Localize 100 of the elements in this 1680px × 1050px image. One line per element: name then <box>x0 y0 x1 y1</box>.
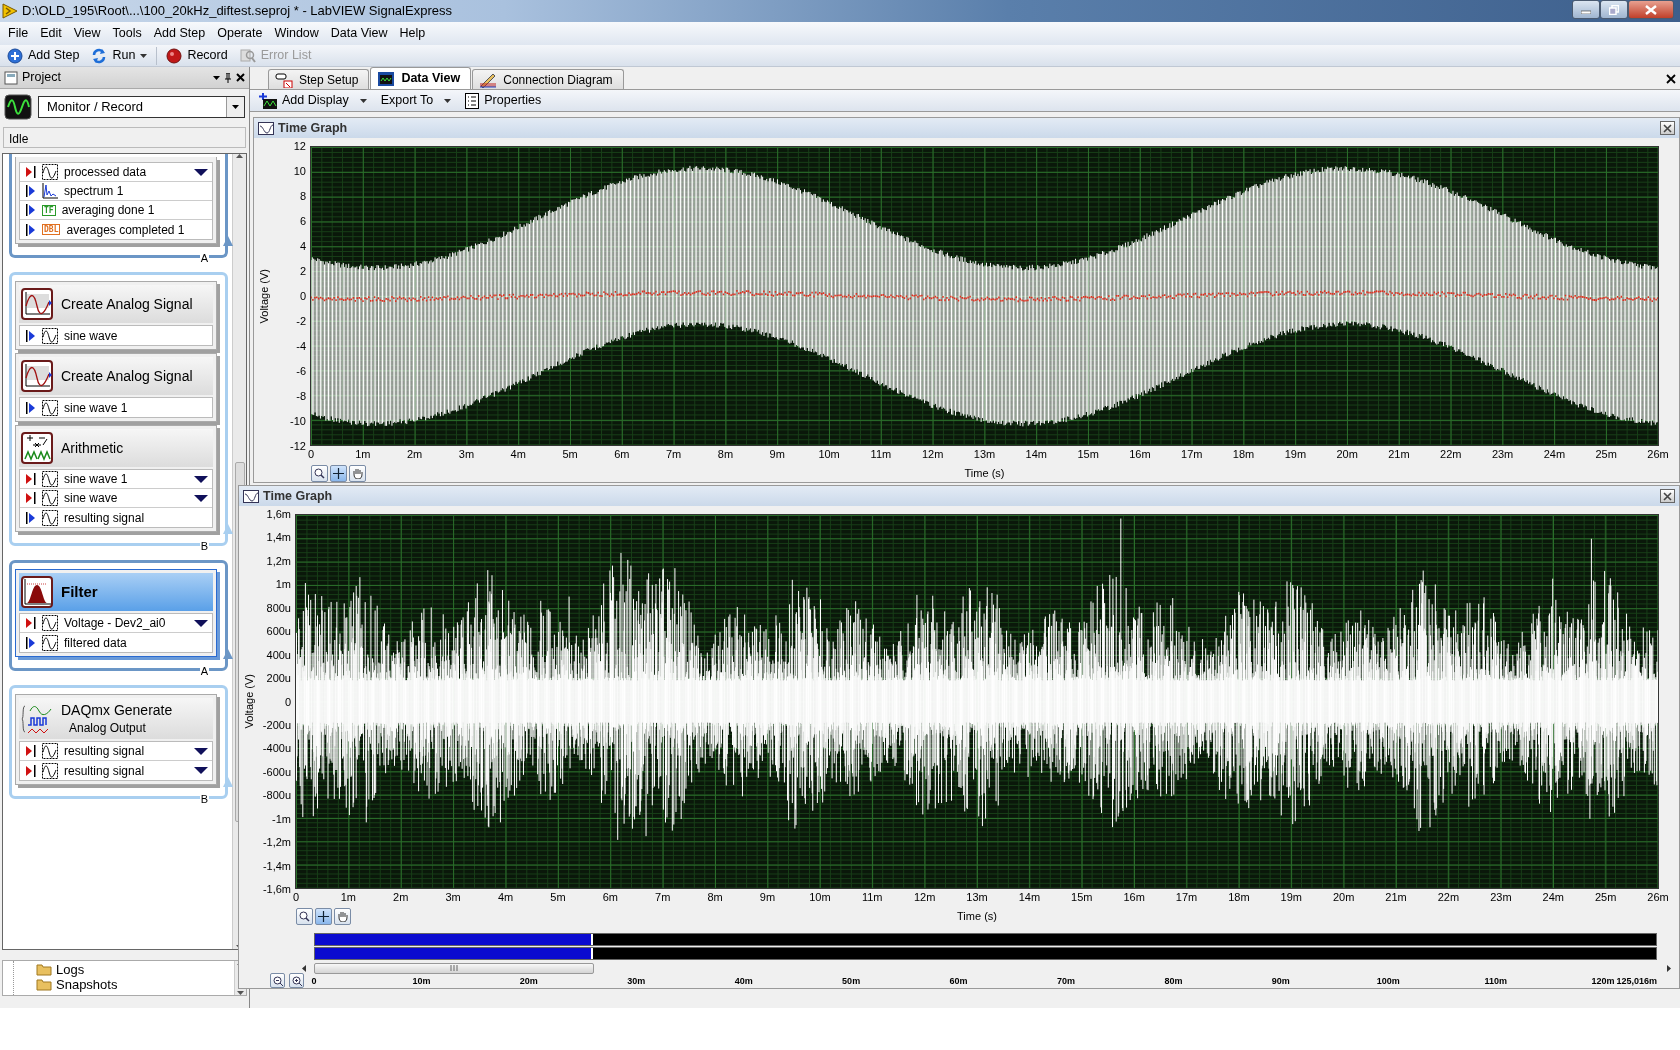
toolbar-button[interactable]: Add Display <box>256 90 370 111</box>
step-title: Create Analog Signal <box>61 366 193 386</box>
step-header[interactable]: Create Analog Signal <box>19 285 213 323</box>
signal-name: averages completed 1 <box>66 221 186 239</box>
zoom-in-button[interactable] <box>289 973 304 988</box>
waveform-icon <box>42 762 58 779</box>
axis-tick-label: 5m <box>562 448 578 461</box>
axis-tick-label: 100m <box>1376 975 1400 988</box>
crosshair-button[interactable] <box>330 464 347 482</box>
pan-button[interactable] <box>349 464 366 482</box>
close-button[interactable] <box>1628 0 1674 19</box>
step-card[interactable]: Create Analog Signal sine wave <box>15 281 217 350</box>
sine-chart-icon <box>21 360 53 392</box>
step-header[interactable]: Filter <box>19 573 213 611</box>
signal-name: spectrum 1 <box>64 183 125 200</box>
step-subtitle: Analog Output <box>68 720 147 737</box>
dropdown-icon <box>194 168 208 176</box>
axis-tick-label: 21m <box>1388 448 1410 461</box>
axis-tick-label: 3m <box>445 891 461 904</box>
menu-item[interactable]: Window <box>268 22 325 45</box>
tab[interactable]: Step Setup <box>268 69 370 89</box>
axis-tick-label: 40m <box>734 975 753 988</box>
zoom-button[interactable] <box>296 907 313 925</box>
step-card[interactable]: Arithmetic sine wave 1 sine wave resulting signal <box>15 425 217 532</box>
axis-tick-label: 8m <box>707 891 723 904</box>
graph-icon <box>243 489 259 503</box>
timeline-bar[interactable] <box>314 947 1657 960</box>
tree-item[interactable]: Snapshots <box>36 977 234 992</box>
signal-name: resulting signal <box>64 743 146 760</box>
timeline-bar[interactable] <box>314 933 1657 946</box>
axis-tick-label: 600u <box>266 625 291 638</box>
axis-tick-label: 0 <box>299 290 306 302</box>
axis-tick-label: 800u <box>266 601 291 614</box>
tree-item[interactable]: Logs <box>36 962 234 977</box>
close-button[interactable] <box>1660 121 1675 135</box>
axis-tick-label: 7m <box>655 891 671 904</box>
axis-tick-label: 0 <box>311 975 317 988</box>
plot-area[interactable] <box>310 146 1659 446</box>
toolbar-button[interactable]: Run <box>88 45 151 66</box>
axis-tick-label: 0 <box>292 891 300 904</box>
restore-icon <box>1609 4 1619 15</box>
axis-tick-label: 10m <box>412 975 431 988</box>
zoom-button[interactable] <box>311 464 328 482</box>
step-card[interactable]: DAQmx Generate Analog Output resulting signal resulting signal <box>15 694 217 785</box>
axis-tick-label: 22m <box>1440 448 1462 461</box>
axis-tick-label: 9m <box>759 891 776 904</box>
menu-item[interactable]: Data View <box>324 22 394 45</box>
menu-item[interactable]: Edit <box>34 22 68 45</box>
step-card[interactable]: processed data spectrum 1 TF averaging done 1 DBL averages completed 1 <box>15 157 217 244</box>
folder-icon <box>36 978 52 991</box>
tab[interactable]: Connection Diagram <box>472 69 624 89</box>
zoom-out-button[interactable] <box>270 973 285 988</box>
waveform-icon <box>42 164 58 180</box>
toolbar-button[interactable]: Add Step <box>4 45 83 66</box>
axis-tick-label: 10m <box>809 891 831 904</box>
pan-button[interactable] <box>334 907 351 925</box>
close-button[interactable] <box>1660 489 1675 503</box>
axis-tick-label: 1,6m <box>266 508 291 520</box>
minimize-button[interactable] <box>1572 0 1600 19</box>
axis-tick-label: 10 <box>293 165 306 177</box>
axis-tick-label: 1m <box>355 448 371 461</box>
axis-tick-label: 19m <box>1280 891 1302 904</box>
axis-tick-label: 17m <box>1181 448 1203 461</box>
mode-dropdown[interactable]: Monitor / Record <box>38 96 245 118</box>
crosshair-icon <box>318 910 329 922</box>
menu-item[interactable]: File <box>2 22 35 45</box>
toolbar-button[interactable]: Record <box>163 45 231 66</box>
axis-label: Time (s) <box>964 465 1005 481</box>
axis-tick-label: -10 <box>290 415 306 427</box>
signal-name: resulting signal <box>64 509 146 527</box>
step-header[interactable]: Create Analog Signal <box>19 357 213 395</box>
tab[interactable]: Data View <box>370 67 472 89</box>
axis-label: Voltage (V) <box>256 268 271 324</box>
axis-tick-label: -600u <box>262 765 291 778</box>
refresh-icon <box>91 47 108 64</box>
toolbar-button[interactable]: Properties <box>462 90 545 111</box>
menu-item[interactable]: Add Step <box>147 22 212 45</box>
menu-item[interactable]: Help <box>393 22 432 45</box>
toolbar-button[interactable]: Export To <box>377 90 455 111</box>
axis-tick-label: 1m <box>340 891 356 904</box>
menu-item[interactable]: View <box>67 22 107 45</box>
axis-tick-label: 7m <box>666 448 682 461</box>
axis-tick-label: -8 <box>296 390 306 402</box>
step-card[interactable]: Create Analog Signal sine wave 1 <box>15 353 217 422</box>
caret-icon <box>232 105 239 109</box>
crosshair-button[interactable] <box>315 907 332 925</box>
axis-tick-label: 18m <box>1232 448 1255 461</box>
axis-tick-label: 12m <box>913 891 936 904</box>
step-header[interactable]: Arithmetic <box>19 429 213 467</box>
plot-area[interactable] <box>295 514 1659 889</box>
axis-tick-label: 1,4m <box>266 531 291 544</box>
step-card[interactable]: Filter Voltage - Dev2_ai0 filtered data <box>15 569 217 657</box>
menu-item[interactable]: Operate <box>211 22 269 45</box>
project-icon <box>4 70 18 85</box>
menu-item[interactable]: Tools <box>106 22 148 45</box>
scrollbar[interactable] <box>302 962 1671 974</box>
axis-tick-label: 2 <box>299 265 306 277</box>
graph-title: Time Graph <box>263 487 333 505</box>
waveform-icon <box>42 327 58 344</box>
restore-button[interactable] <box>1600 0 1628 19</box>
